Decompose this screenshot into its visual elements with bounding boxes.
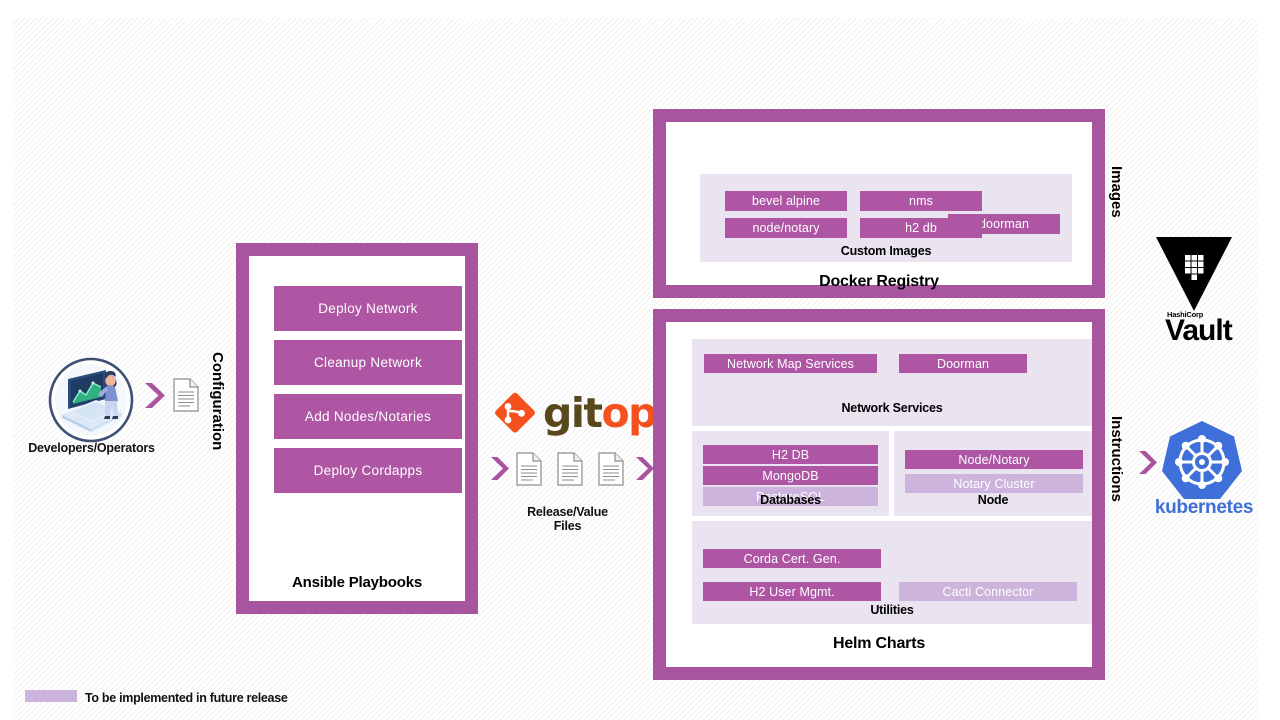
- databases-title: Databases: [760, 493, 821, 507]
- vault-wordmark: Vault: [1165, 314, 1233, 347]
- image-chip-node-notary[interactable]: node/notary: [725, 218, 847, 238]
- ansible-playbooks-inner: Deploy Network Cleanup Network Add Nodes…: [249, 256, 465, 601]
- ansible-playbooks-panel: Deploy Network Cleanup Network Add Nodes…: [236, 243, 478, 614]
- chart-chip-corda-cert-gen[interactable]: Corda Cert. Gen.: [703, 549, 881, 568]
- docker-registry-panel: bevel alpine nms doorman node/notary h2 …: [653, 109, 1105, 298]
- chart-chip-h2-user-mgmt[interactable]: H2 User Mgmt.: [703, 582, 881, 601]
- chevron-right-icon: [143, 382, 166, 409]
- diagram-canvas: Developers/Operators Configuration Deplo…: [0, 0, 1280, 720]
- images-label: Images: [1108, 166, 1125, 218]
- utilities-title: Utilities: [870, 603, 914, 617]
- helm-charts-inner: Network Map Services Doorman Network Ser…: [666, 322, 1092, 667]
- image-chip-h2-db[interactable]: h2 db: [860, 218, 982, 238]
- playbook-add-nodes-notaries[interactable]: Add Nodes/Notaries: [274, 394, 462, 439]
- chevron-right-icon: [489, 456, 510, 481]
- instructions-label: Instructions: [1108, 416, 1125, 502]
- legend-swatch: [25, 690, 77, 702]
- gitops-wordmark-git: git: [543, 388, 603, 437]
- custom-images-title: Custom Images: [840, 244, 932, 258]
- chart-chip-h2-db[interactable]: H2 DB: [703, 445, 878, 464]
- playbook-cleanup-network[interactable]: Cleanup Network: [274, 340, 462, 385]
- release-value-files-caption: Release/Value Files: [500, 505, 635, 533]
- playbook-deploy-cordapps[interactable]: Deploy Cordapps: [274, 448, 462, 493]
- chart-chip-network-map-services[interactable]: Network Map Services: [704, 354, 877, 373]
- document-icon: [557, 452, 583, 486]
- chart-chip-notary-cluster[interactable]: Notary Cluster: [905, 474, 1083, 493]
- kubernetes-wordmark: kubernetes: [1154, 497, 1254, 518]
- image-chip-bevel-alpine[interactable]: bevel alpine: [725, 191, 847, 211]
- document-icon: [516, 452, 542, 486]
- developer-laptop-icon: [48, 357, 134, 443]
- gitops-logo: gitops: [492, 388, 680, 437]
- release-value-files-line2: Files: [553, 519, 582, 533]
- chevron-right-icon: [1137, 450, 1158, 475]
- docker-registry-title: Docker Registry: [819, 273, 939, 290]
- databases-group: H2 DB MongoDB PostgreSQL Databases: [692, 431, 889, 516]
- chart-chip-cacti-connector[interactable]: Cacti Connector: [899, 582, 1077, 601]
- chevron-right-icon: [634, 456, 655, 481]
- document-icon: [173, 378, 199, 412]
- network-services-title: Network Services: [841, 401, 943, 415]
- git-diamond-icon: [492, 390, 538, 436]
- docker-registry-inner: bevel alpine nms doorman node/notary h2 …: [666, 122, 1092, 290]
- helm-charts-panel: Network Map Services Doorman Network Ser…: [653, 309, 1105, 680]
- chart-chip-mongodb[interactable]: MongoDB: [703, 466, 878, 485]
- node-title: Node: [977, 493, 1009, 507]
- legend-text: To be implemented in future release: [85, 691, 288, 705]
- helm-charts-title: Helm Charts: [832, 635, 926, 652]
- hashicorp-vault-icon: [1154, 235, 1234, 313]
- playbook-deploy-network[interactable]: Deploy Network: [274, 286, 462, 331]
- ansible-playbooks-title: Ansible Playbooks: [292, 574, 422, 591]
- developers-caption: Developers/Operators: [28, 441, 155, 455]
- node-group: Node/Notary Notary Cluster Node: [894, 431, 1092, 516]
- custom-images-group: bevel alpine nms doorman node/notary h2 …: [700, 174, 1072, 262]
- chart-chip-node-notary[interactable]: Node/Notary: [905, 450, 1083, 469]
- chart-chip-doorman[interactable]: Doorman: [899, 354, 1027, 373]
- network-services-group: Network Map Services Doorman Network Ser…: [692, 339, 1092, 426]
- utilities-group: Corda Cert. Gen. H2 User Mgmt. Cacti Con…: [692, 521, 1092, 624]
- image-chip-nms[interactable]: nms: [860, 191, 982, 211]
- release-value-files-line1: Release/Value: [527, 505, 608, 519]
- configuration-label: Configuration: [209, 352, 226, 451]
- document-icon: [598, 452, 624, 486]
- kubernetes-helm-wheel-icon: [1158, 418, 1246, 506]
